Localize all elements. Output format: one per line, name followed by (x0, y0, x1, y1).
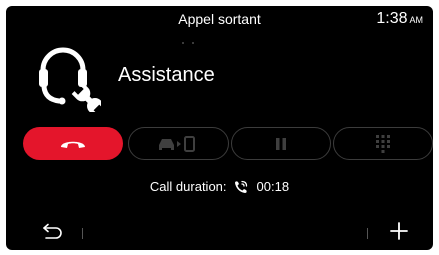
pause-icon (276, 137, 286, 150)
clock: 1:38 AM (376, 10, 423, 28)
hold-button[interactable] (231, 127, 331, 160)
call-duration-value: 00:18 (256, 179, 290, 194)
call-duration-label: Call duration: (149, 179, 227, 194)
page-dot (192, 42, 194, 44)
headset-wrench-icon (39, 47, 101, 112)
contact-name: Assistance (118, 64, 215, 86)
back-arrow-icon[interactable] (40, 223, 64, 239)
phone-screen: Appel sortant 1:38 AM Assistance Call du… (6, 6, 433, 250)
page-dot (182, 42, 184, 44)
footer-divider (82, 228, 83, 239)
keypad-button[interactable] (333, 127, 433, 160)
transfer-to-phone-button[interactable] (128, 127, 229, 160)
keypad-icon (376, 134, 390, 153)
car-to-phone-icon (158, 135, 195, 152)
clock-time: 1:38 (376, 10, 408, 27)
clock-ampm: AM (409, 15, 424, 25)
footer-divider (367, 228, 368, 239)
page-indicator (182, 42, 194, 44)
phone-ringing-icon (234, 180, 247, 193)
call-duration: Call duration: 00:18 (6, 179, 433, 194)
plus-icon[interactable] (388, 220, 410, 242)
page-title: Appel sortant (178, 11, 261, 27)
hang-up-icon (61, 141, 85, 148)
hang-up-button[interactable] (23, 127, 123, 160)
